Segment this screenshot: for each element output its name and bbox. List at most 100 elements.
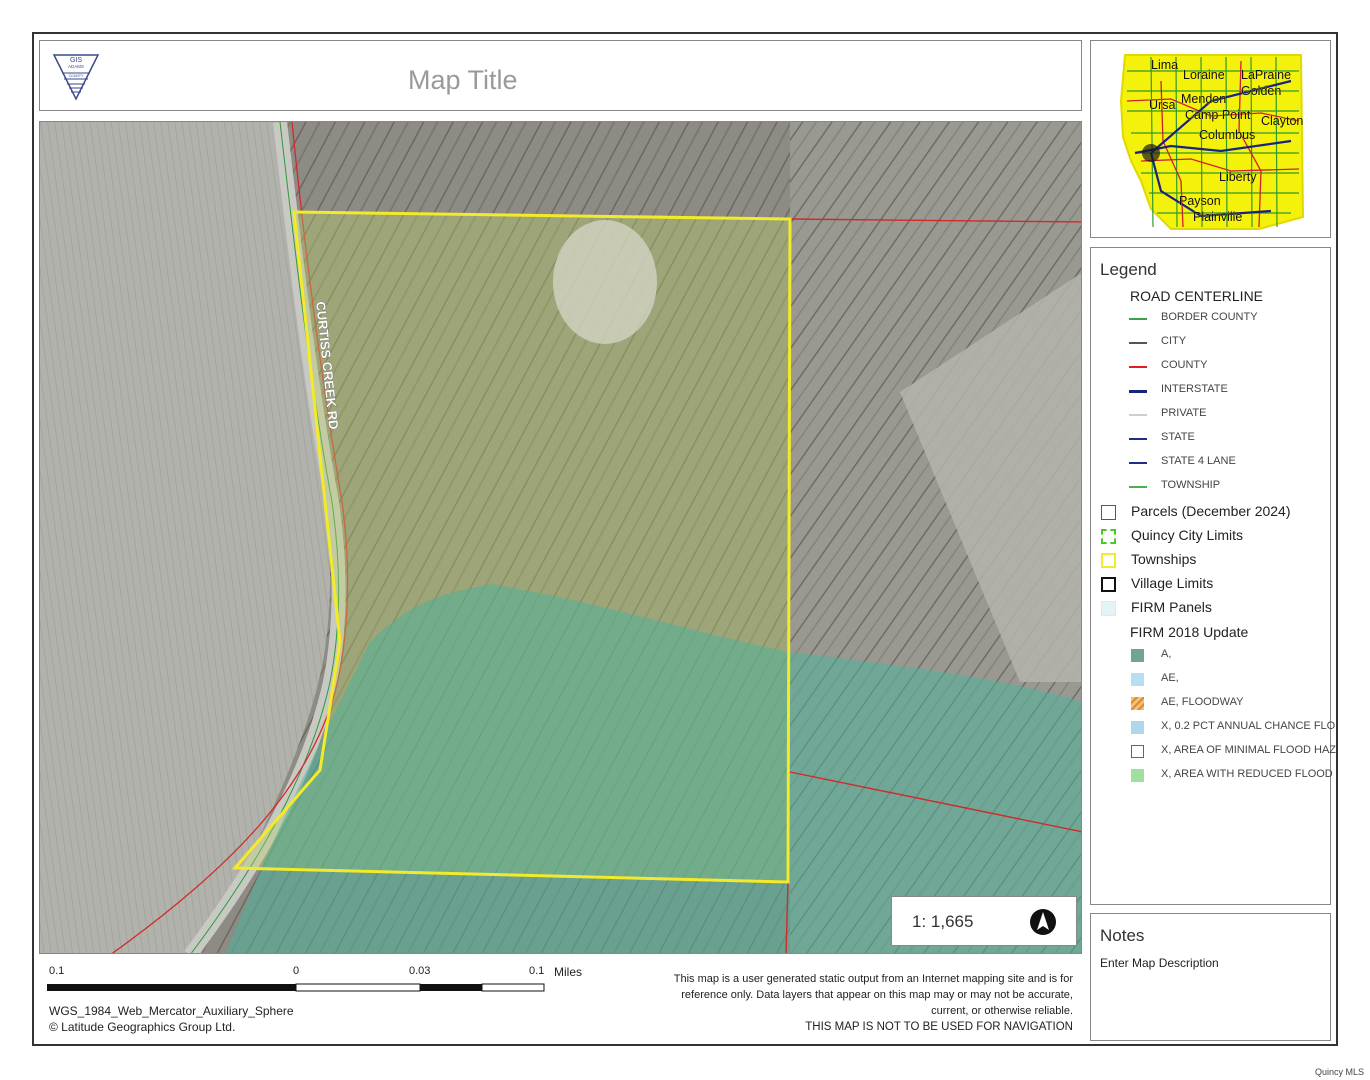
road-centerline-heading: ROAD CENTERLINE (1130, 288, 1264, 304)
projection-text: WGS_1984_Web_Mercator_Auxiliary_Sphere (49, 1004, 294, 1018)
overview-label-lapraine: LaPraine (1241, 68, 1291, 82)
firm-panels-swatch (1101, 601, 1116, 616)
overview-label-camp-point: Camp Point (1185, 108, 1251, 122)
legend-label: TOWNSHIP (1161, 479, 1221, 491)
scalebar-label: 0.1 (49, 965, 65, 977)
legend-item-firm-ae: AE, (1091, 670, 1331, 690)
legend-label: Quincy City Limits (1131, 527, 1244, 543)
overview-label-clayton: Clayton (1261, 114, 1303, 128)
legend-label: A, (1161, 648, 1172, 660)
legend-item-parcels: Parcels (December 2024) (1091, 503, 1331, 523)
map-title: Map Title (408, 65, 518, 95)
legend-label: X, AREA OF MINIMAL FLOOD HAZ (1161, 744, 1337, 756)
logo-line-2: ADAMS (68, 64, 84, 69)
firm-x-02pct-swatch (1131, 721, 1144, 734)
legend-item-firm-a: A, (1091, 646, 1331, 666)
legend-item-townships: Townships (1091, 551, 1331, 571)
scalebar-label: 0.1 (529, 965, 545, 977)
scale-indicator: 1: 1,665 (891, 896, 1077, 946)
legend-item-interstate: INTERSTATE (1091, 381, 1331, 401)
scale-bar (47, 983, 545, 992)
legend-item-state: STATE (1091, 429, 1331, 449)
legend-item-private: PRIVATE (1091, 405, 1331, 425)
legend-label: FIRM Panels (1131, 599, 1212, 615)
notes-panel: Notes Enter Map Description (1090, 913, 1331, 1041)
legend-label: COUNTY (1161, 359, 1208, 371)
legend-item-firm-ae-floodway: AE, FLOODWAY (1091, 694, 1331, 714)
legend-label: Village Limits (1131, 575, 1214, 591)
logo-line-3: COUNTY (69, 74, 84, 78)
logo-line-1: GIS (70, 57, 82, 64)
disclaimer-line: current, or otherwise reliable. (931, 1005, 1073, 1017)
legend-item-village-limits: Village Limits (1091, 575, 1331, 595)
legend-item-city: CITY (1091, 333, 1331, 353)
city-line-symbol (1129, 342, 1147, 344)
legend-item-township: TOWNSHIP (1091, 477, 1331, 497)
firm-ae-swatch (1131, 673, 1144, 686)
legend-item-county: COUNTY (1091, 357, 1331, 377)
state-4-lane-line-symbol (1129, 462, 1147, 464)
border-county-line-symbol (1129, 318, 1147, 320)
legend-item-quincy-city-limits: Quincy City Limits (1091, 527, 1331, 547)
legend-label: Townships (1131, 551, 1197, 567)
legend-heading: Legend (1100, 260, 1157, 279)
county-line-symbol (1129, 366, 1147, 368)
overview-label-plainville: Plainville (1193, 210, 1242, 224)
legend-label: PRIVATE (1161, 407, 1207, 419)
title-panel: GIS ADAMS COUNTY Map Title (39, 40, 1082, 111)
interstate-line-symbol (1129, 390, 1147, 393)
legend-label: Parcels (December 2024) (1131, 503, 1291, 519)
legend-label: STATE (1161, 431, 1195, 443)
notes-description: Enter Map Description (1100, 956, 1219, 970)
overview-label-payson: Payson (1179, 194, 1221, 208)
legend-item-firm-x-02pct: X, 0.2 PCT ANNUAL CHANCE FLO (1091, 718, 1335, 738)
legend-item-firm-x-minimal: X, AREA OF MINIMAL FLOOD HAZ (1091, 742, 1336, 762)
scalebar-label: 0 (293, 965, 300, 977)
overview-label-columbus: Columbus (1199, 128, 1255, 142)
firm-x-minimal-swatch (1131, 745, 1144, 758)
overview-label-loraine: Loraine (1183, 68, 1225, 82)
disclaimer-line: This map is a user generated static outp… (673, 973, 1073, 985)
legend-label: CITY (1161, 335, 1187, 347)
firm-x-reduced-swatch (1131, 769, 1144, 782)
copyright-text: © Latitude Geographics Group Ltd. (49, 1020, 236, 1034)
north-arrow-icon (1030, 909, 1056, 935)
overview-label-liberty: Liberty (1219, 170, 1257, 184)
overview-label-mendon: Mendon (1181, 92, 1226, 106)
legend-panel: Legend ROAD CENTERLINE BORDER COUNTY CIT… (1090, 247, 1336, 905)
legend-label: X, AREA WITH REDUCED FLOOD (1161, 768, 1333, 780)
adams-county-gis-logo: GIS ADAMS COUNTY (52, 54, 100, 101)
scalebar-label: 0.03 (409, 965, 431, 977)
legend-label: X, 0.2 PCT ANNUAL CHANCE FLO (1161, 720, 1336, 732)
disclaimer-line: reference only. Data layers that appear … (681, 989, 1073, 1001)
legend-item-border-county: BORDER COUNTY (1091, 309, 1331, 329)
aerial-map-graphic: CURTISS CREEK RD (40, 122, 1081, 953)
township-line-symbol (1129, 486, 1147, 488)
scalebar-units: Miles (554, 965, 583, 979)
firm-ae-floodway-swatch (1131, 697, 1144, 710)
state-line-symbol (1129, 438, 1147, 440)
legend-label: AE, (1161, 672, 1179, 684)
map-scale-text: 1: 1,665 (912, 912, 974, 931)
legend-item-firm-panels: FIRM Panels (1091, 599, 1331, 619)
notes-heading: Notes (1100, 926, 1145, 945)
overview-label-ursa: Ursa (1149, 98, 1175, 112)
private-line-symbol (1129, 414, 1147, 416)
village-limits-swatch (1101, 577, 1116, 592)
main-map[interactable]: CURTISS CREEK RD (39, 121, 1082, 954)
quincy-city-limits-swatch (1101, 529, 1116, 544)
overview-map: Lima Loraine LaPraine Golden Ursa Mendon… (1090, 40, 1331, 238)
legend-label: INTERSTATE (1161, 383, 1228, 395)
legend-item-state-4-lane: STATE 4 LANE (1091, 453, 1331, 473)
legend-item-firm-x-reduced: X, AREA WITH REDUCED FLOOD (1091, 766, 1333, 786)
parcels-swatch (1101, 505, 1116, 520)
disclaimer-warning: THIS MAP IS NOT TO BE USED FOR NAVIGATIO… (805, 1021, 1073, 1033)
legend-label: STATE 4 LANE (1161, 455, 1236, 467)
overview-map-graphic: Lima Loraine LaPraine Golden Ursa Mendon… (1119, 54, 1305, 230)
legend-label: AE, FLOODWAY (1161, 696, 1244, 708)
firm-a-swatch (1131, 649, 1144, 662)
firm-2018-heading: FIRM 2018 Update (1130, 624, 1249, 640)
townships-swatch (1101, 553, 1116, 568)
legend-label: BORDER COUNTY (1161, 311, 1258, 323)
overview-label-golden: Golden (1241, 84, 1281, 98)
